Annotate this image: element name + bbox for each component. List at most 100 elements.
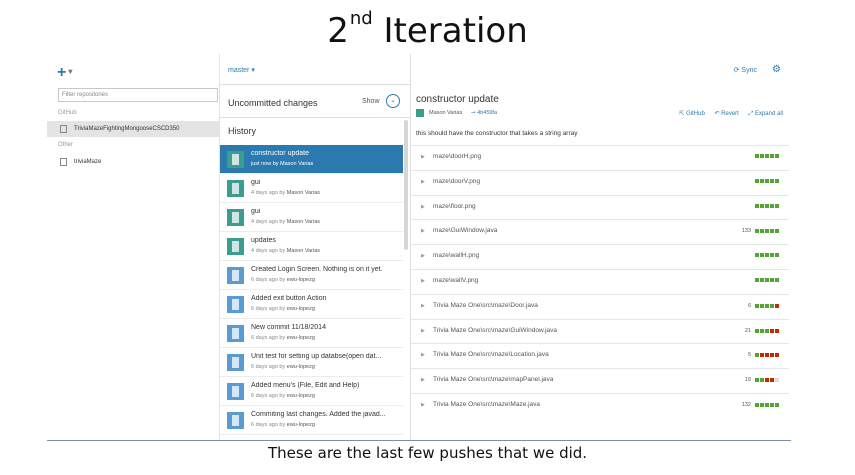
commit-meta: 6 days ago by ewu-lopezg bbox=[251, 277, 315, 283]
history-scrollbar[interactable] bbox=[404, 120, 408, 250]
commit-item[interactable]: Created Login Screen. Nothing is on it y… bbox=[220, 261, 403, 290]
expand-arrow-icon[interactable]: ▶ bbox=[421, 377, 425, 383]
show-chevron-down-icon[interactable]: ⌄ bbox=[386, 94, 400, 108]
commit-item[interactable]: Added menu's (File, Edit and Help) 6 day… bbox=[220, 377, 403, 406]
diff-square bbox=[775, 203, 779, 208]
group-label-other: Other bbox=[58, 142, 74, 148]
repository-item-trivia-maze[interactable]: triviaMaze bbox=[47, 154, 219, 170]
file-row[interactable]: ▶ Trivia Maze One\src\maze\Location.java 5 bbox=[411, 343, 789, 368]
gear-icon[interactable]: ⚙ bbox=[772, 64, 781, 75]
diff-square bbox=[775, 353, 779, 358]
file-path: maze\doorH.png bbox=[433, 153, 482, 160]
diff-square bbox=[765, 353, 769, 358]
repository-name: triviaMaze bbox=[74, 159, 102, 165]
branch-selector[interactable]: master ▾ bbox=[228, 66, 255, 74]
diff-square bbox=[765, 178, 769, 183]
file-path: Trivia Maze One\src\maze\mapPanel.java bbox=[433, 376, 554, 384]
commit-meta: 4 days ago by Mason Varias bbox=[251, 248, 320, 254]
diff-square bbox=[760, 178, 764, 183]
commit-meta: 6 days ago by ewu-lopezg bbox=[251, 422, 315, 428]
diff-square bbox=[760, 353, 764, 358]
diff-square bbox=[755, 328, 759, 333]
file-row[interactable]: ▶ maze\wallV.png bbox=[411, 268, 789, 294]
commit-item[interactable]: Added exit button Action 6 days ago by e… bbox=[220, 290, 403, 319]
file-row[interactable]: ▶ maze\wallH.png bbox=[411, 244, 789, 269]
revert-button[interactable]: ↶ Revert bbox=[714, 111, 738, 117]
diff-square bbox=[770, 253, 774, 258]
expand-arrow-icon[interactable]: ▶ bbox=[421, 154, 425, 160]
expand-arrow-icon[interactable]: ▶ bbox=[421, 253, 425, 259]
diff-square bbox=[755, 203, 759, 208]
commit-item[interactable]: Unit test for setting up databse(open da… bbox=[220, 348, 403, 377]
avatar bbox=[227, 180, 244, 197]
diff-square bbox=[755, 229, 759, 234]
diff-square bbox=[765, 253, 769, 258]
expand-arrow-icon[interactable]: ▶ bbox=[421, 303, 425, 309]
commit-meta: just now by Mason Varias bbox=[251, 161, 314, 167]
file-row[interactable]: ▶ Trivia Maze One\src\maze\GuiWindow.java… bbox=[411, 318, 789, 344]
commit-meta: 6 days ago by ewu-lopezg bbox=[251, 306, 315, 312]
avatar bbox=[227, 325, 244, 342]
commit-item[interactable]: gui 4 days ago by Mason Varias bbox=[220, 203, 403, 232]
avatar bbox=[227, 267, 244, 284]
expand-arrow-icon[interactable]: ▶ bbox=[421, 179, 425, 185]
file-row[interactable]: ▶ maze\doorH.png bbox=[411, 145, 789, 170]
commit-item[interactable]: Commiting last changes. Added the javad.… bbox=[220, 406, 403, 435]
avatar bbox=[227, 238, 244, 255]
diff-square bbox=[765, 378, 769, 383]
commit-item[interactable]: constructor update just now by Mason Var… bbox=[220, 145, 403, 174]
avatar bbox=[227, 209, 244, 226]
diff-square bbox=[770, 178, 774, 183]
expand-arrow-icon[interactable]: ▶ bbox=[421, 204, 425, 210]
show-label: Show bbox=[362, 98, 380, 105]
file-row[interactable]: ▶ maze\GuiWindow.java 133 bbox=[411, 219, 789, 244]
divider bbox=[47, 440, 791, 441]
diff-square bbox=[760, 303, 764, 308]
commit-item[interactable]: updates 4 days ago by Mason Varias bbox=[220, 232, 403, 261]
commit-item[interactable]: gui 4 days ago by Mason Varias bbox=[220, 174, 403, 203]
diff-square bbox=[765, 277, 769, 282]
expand-arrow-icon[interactable]: ▶ bbox=[421, 352, 425, 358]
file-row[interactable]: ▶ Trivia Maze One\src\maze\Maze.java 132 bbox=[411, 392, 789, 418]
commit-message: updates bbox=[251, 237, 276, 244]
uncommitted-changes-label: Uncommitted changes bbox=[228, 98, 318, 108]
file-row[interactable]: ▶ Trivia Maze One\src\maze\Door.java 6 bbox=[411, 293, 789, 319]
add-repository-button[interactable]: + ▾ bbox=[57, 64, 72, 82]
file-path: Trivia Maze One\src\maze\Maze.java bbox=[433, 400, 541, 408]
file-row[interactable]: ▶ maze\doorV.png bbox=[411, 169, 789, 195]
diff-square bbox=[775, 378, 779, 383]
expand-arrow-icon[interactable]: ▶ bbox=[421, 328, 425, 334]
commit-item[interactable]: New commit 11/18/2014 6 days ago by ewu-… bbox=[220, 319, 403, 348]
expand-all-button[interactable]: ⤢ Expand all bbox=[749, 111, 784, 117]
sync-button[interactable]: ⟳ Sync bbox=[734, 66, 757, 74]
commit-description: this should have the constructor that ta… bbox=[416, 130, 578, 137]
avatar bbox=[227, 296, 244, 313]
diff-count: 6 bbox=[747, 302, 751, 309]
file-path: Trivia Maze One\src\maze\Door.java bbox=[433, 301, 538, 309]
filter-repositories-input[interactable]: Filter repositories bbox=[58, 88, 218, 102]
file-row[interactable]: ▶ Trivia Maze One\src\maze\mapPanel.java 1… bbox=[411, 368, 789, 393]
diff-square bbox=[755, 178, 759, 183]
file-row[interactable]: ▶ maze\floor.png bbox=[411, 194, 789, 220]
repository-item-trivia-maze-fighting-mongoose[interactable]: TriviaMazeFightingMongooseCSCD350 bbox=[47, 121, 219, 137]
repository-icon bbox=[60, 158, 67, 166]
slide-caption: These are the last few pushes that we di… bbox=[267, 444, 588, 462]
expand-arrow-icon[interactable]: ▶ bbox=[421, 228, 425, 234]
diff-square bbox=[770, 402, 774, 407]
commit-meta: 4 days ago by Mason Varias bbox=[251, 219, 320, 225]
expand-arrow-icon[interactable]: ▶ bbox=[421, 278, 425, 284]
expand-arrow-icon[interactable]: ▶ bbox=[421, 402, 425, 408]
github-link[interactable]: ⇱ GitHub bbox=[679, 111, 704, 117]
commit-meta: 6 days ago by ewu-lopezg bbox=[251, 364, 315, 370]
repository-sidebar: + ▾ Filter repositories GitHub TriviaMaze… bbox=[47, 54, 220, 440]
commit-sha-link[interactable]: ⊸ 4b459fa bbox=[471, 110, 497, 116]
diff-square bbox=[755, 277, 759, 282]
diff-square bbox=[765, 402, 769, 407]
diff-square bbox=[765, 203, 769, 208]
commit-message: Commiting last changes. Added the javad.… bbox=[251, 411, 386, 418]
diff-square bbox=[770, 353, 774, 358]
diff-square bbox=[765, 328, 769, 333]
diff-square bbox=[760, 328, 764, 333]
diff-square bbox=[755, 154, 759, 158]
diff-square bbox=[760, 402, 764, 407]
